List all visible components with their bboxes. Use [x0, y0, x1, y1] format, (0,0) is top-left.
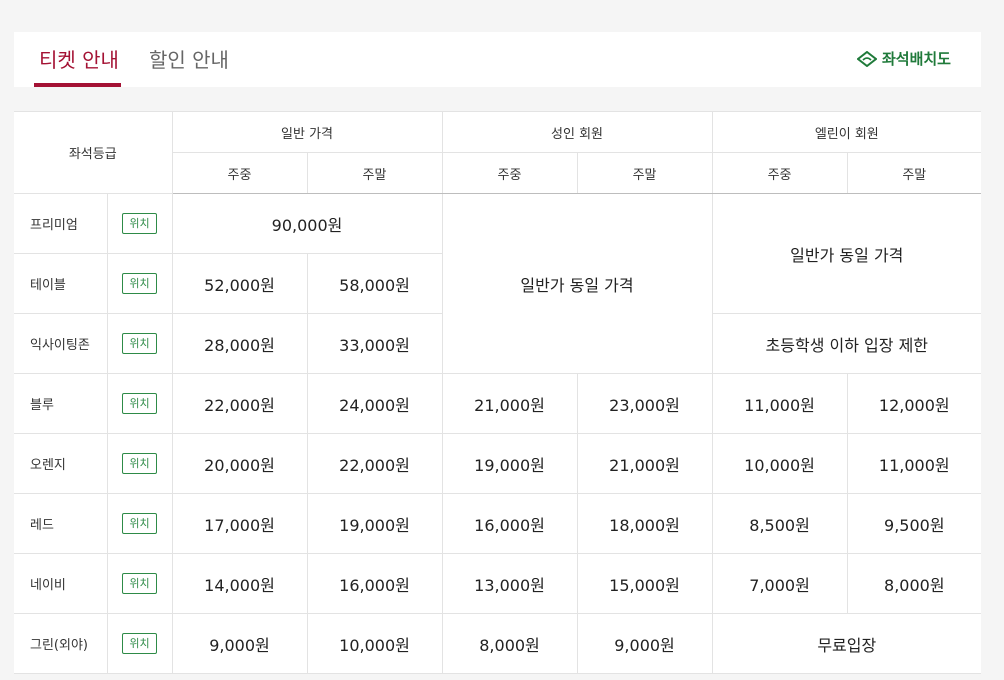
seat-grade: 프리미엄	[14, 193, 108, 254]
header-weekend: 주말	[576, 152, 713, 194]
price-cell: 8,500원	[711, 493, 848, 554]
header-general-price: 일반 가격	[171, 111, 443, 153]
location-button[interactable]: 위치	[122, 273, 157, 294]
header-grade: 좌석등급	[14, 111, 173, 194]
price-cell: 90,000원	[171, 193, 443, 254]
price-cell: 14,000원	[171, 553, 308, 614]
table-row: 그린(외야) 위치 9,000원 10,000원 8,000원 9,000원 무…	[14, 613, 982, 674]
location-button[interactable]: 위치	[122, 333, 157, 354]
price-table: 좌석등급 일반 가격 성인 회원 엘린이 회원 주중 주말 주중 주말 주중 주…	[14, 111, 982, 674]
seat-grade: 네이비	[14, 553, 108, 614]
seat-grade: 오렌지	[14, 433, 108, 494]
price-cell: 13,000원	[441, 553, 578, 614]
table-row: 네이비 위치 14,000원 16,000원 13,000원 15,000원 7…	[14, 553, 982, 614]
location-button[interactable]: 위치	[122, 213, 157, 234]
price-cell: 16,000원	[441, 493, 578, 554]
price-cell: 58,000원	[306, 253, 443, 314]
seat-grade: 테이블	[14, 253, 108, 314]
seat-map-label: 좌석배치도	[881, 50, 951, 68]
seat-map-link[interactable]: 좌석배치도	[856, 49, 951, 69]
seat-grade: 익사이팅존	[14, 313, 108, 374]
price-cell: 24,000원	[306, 373, 443, 434]
price-cell: 19,000원	[306, 493, 443, 554]
tab-bar: 티켓 안내 할인 안내 좌석배치도	[14, 32, 981, 87]
location-button[interactable]: 위치	[122, 633, 157, 654]
header-kid-member: 엘린이 회원	[711, 111, 982, 153]
price-cell: 12,000원	[846, 373, 982, 434]
price-cell: 8,000원	[441, 613, 578, 674]
seat-grade: 블루	[14, 373, 108, 434]
header-weekday: 주중	[711, 152, 848, 194]
price-cell: 22,000원	[171, 373, 308, 434]
price-cell: 33,000원	[306, 313, 443, 374]
price-cell: 15,000원	[576, 553, 713, 614]
same-price-note: 일반가 동일 가격	[441, 193, 713, 374]
price-cell: 52,000원	[171, 253, 308, 314]
table-row: 오렌지 위치 20,000원 22,000원 19,000원 21,000원 1…	[14, 433, 982, 494]
price-cell: 11,000원	[846, 433, 982, 494]
header-weekday: 주중	[172, 152, 308, 194]
free-entry-note: 무료입장	[711, 613, 982, 674]
price-cell: 9,000원	[576, 613, 713, 674]
restriction-note: 초등학생 이하 입장 제한	[711, 313, 982, 374]
price-cell: 20,000원	[171, 433, 308, 494]
tab-discount-info[interactable]: 할인 안내	[149, 46, 229, 87]
price-cell: 9,000원	[171, 613, 308, 674]
header-weekday: 주중	[441, 152, 578, 194]
table-row: 프리미엄 위치 90,000원 일반가 동일 가격 일반가 동일 가격	[14, 193, 982, 374]
price-cell: 28,000원	[171, 313, 308, 374]
header-adult-member: 성인 회원	[441, 111, 713, 153]
seat-map-icon	[856, 51, 877, 67]
location-button[interactable]: 위치	[122, 513, 157, 534]
same-price-note: 일반가 동일 가격	[711, 193, 982, 314]
table-row: 레드 위치 17,000원 19,000원 16,000원 18,000원 8,…	[14, 493, 982, 554]
price-cell: 23,000원	[576, 373, 713, 434]
price-cell: 17,000원	[171, 493, 308, 554]
location-button[interactable]: 위치	[122, 453, 157, 474]
header-weekend: 주말	[846, 152, 982, 194]
header-weekend: 주말	[306, 152, 443, 194]
price-cell: 18,000원	[576, 493, 713, 554]
location-button[interactable]: 위치	[122, 393, 157, 414]
price-cell: 7,000원	[711, 553, 848, 614]
price-cell: 11,000원	[711, 373, 848, 434]
location-button[interactable]: 위치	[122, 573, 157, 594]
price-cell: 22,000원	[306, 433, 443, 494]
price-cell: 16,000원	[306, 553, 443, 614]
price-cell: 9,500원	[846, 493, 982, 554]
price-cell: 19,000원	[441, 433, 578, 494]
tab-ticket-info[interactable]: 티켓 안내	[34, 46, 121, 87]
price-cell: 8,000원	[846, 553, 982, 614]
seat-grade: 레드	[14, 493, 108, 554]
table-row: 블루 위치 22,000원 24,000원 21,000원 23,000원 11…	[14, 373, 982, 434]
price-cell: 21,000원	[441, 373, 578, 434]
price-cell: 10,000원	[711, 433, 848, 494]
price-cell: 10,000원	[306, 613, 443, 674]
seat-grade: 그린(외야)	[14, 613, 108, 674]
price-cell: 21,000원	[576, 433, 713, 494]
